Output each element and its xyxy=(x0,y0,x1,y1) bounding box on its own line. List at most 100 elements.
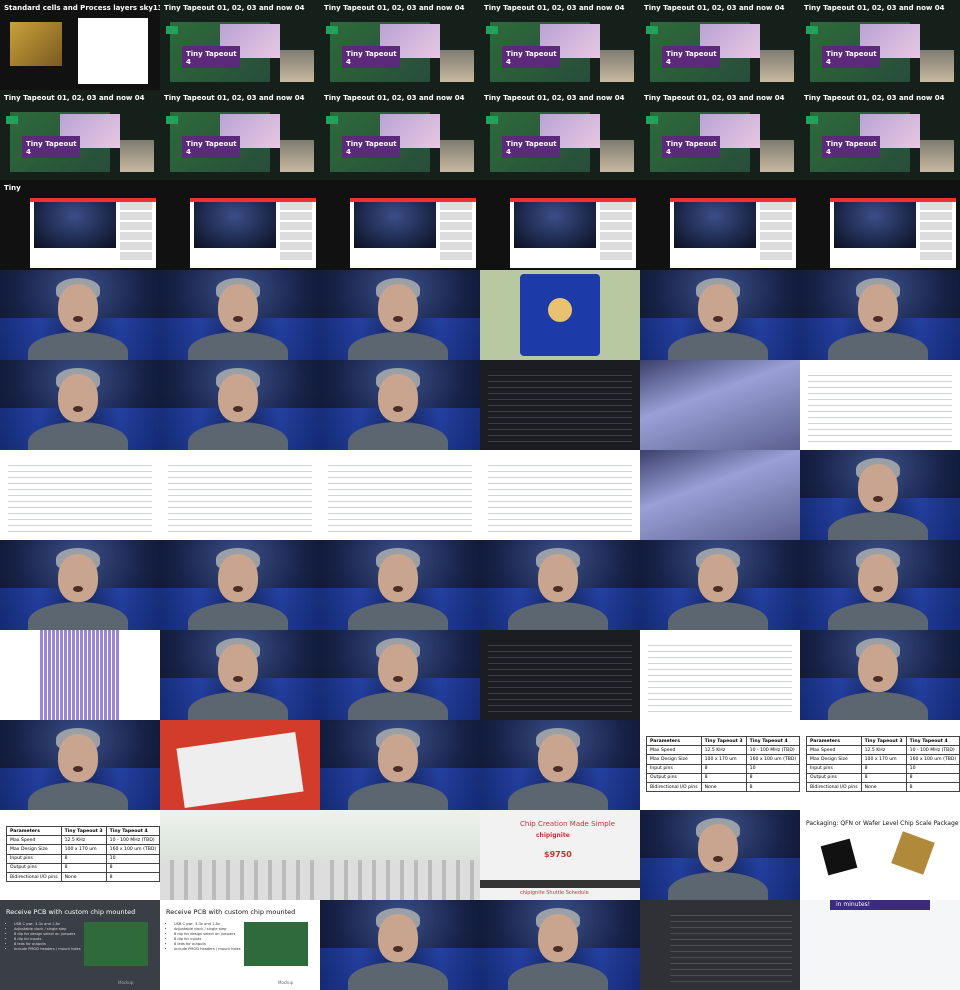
video-frame-50 xyxy=(320,720,480,810)
video-frame-24 xyxy=(0,360,160,450)
presenter-face xyxy=(218,554,258,602)
frame-caption: Tiny Tapeout 01, 02, 03 and now 04 xyxy=(644,94,785,102)
presenter-mouth xyxy=(233,316,243,322)
tt-logo xyxy=(326,26,338,34)
video-frame-29 xyxy=(800,360,960,450)
table-header: Parameters xyxy=(6,825,62,837)
tt-banner: Tiny Tapeout 4 xyxy=(182,136,240,158)
presenter-face xyxy=(698,284,738,332)
table-cell: Max Design Size xyxy=(806,754,862,765)
tt-logo xyxy=(646,116,658,124)
video-frame-47 xyxy=(800,630,960,720)
table-cell: 8 xyxy=(745,781,800,793)
presenter-face xyxy=(698,824,738,872)
tt-banner: Tiny Tapeout 4 xyxy=(22,136,80,158)
table-row: Input pins 8 10 xyxy=(806,763,960,774)
yt-side xyxy=(440,202,472,262)
tt-logo xyxy=(486,26,498,34)
video-frame-48 xyxy=(0,720,160,810)
video-frame-6: Tiny Tapeout 4 Tiny Tapeout 01, 02, 03 an… xyxy=(0,90,160,180)
yt-tbar xyxy=(830,198,956,202)
tt-banner: Tiny Tapeout 4 xyxy=(662,46,720,68)
presenter-mouth xyxy=(873,676,883,682)
screen-text-lines xyxy=(488,370,632,444)
table-cell: Input pins xyxy=(6,853,62,864)
tt-photo xyxy=(120,140,154,172)
tt-photo xyxy=(280,140,314,172)
presenter-face xyxy=(58,374,98,422)
video-frame-58 xyxy=(640,810,800,900)
comparison-table: Parameters Tiny Tapeout 3 Tiny Tapeout 4 Ma… xyxy=(6,825,160,883)
printer-paper xyxy=(176,731,304,809)
video-frame-34 xyxy=(640,450,800,540)
video-frame-16 xyxy=(640,180,800,270)
presenter-mouth xyxy=(873,586,883,592)
presenter-mouth xyxy=(233,676,243,682)
video-frame-10: Tiny Tapeout 4 Tiny Tapeout 01, 02, 03 an… xyxy=(640,90,800,180)
yt-tbar xyxy=(510,198,636,202)
tt-banner: Tiny Tapeout 4 xyxy=(822,136,880,158)
table-cell: 8 xyxy=(905,772,960,783)
tt-banner-text: Tiny Tapeout 4 xyxy=(506,140,557,156)
table-header: Tiny Tapeout 4 xyxy=(905,735,960,747)
screen-text-lines xyxy=(808,370,952,444)
video-frame-37 xyxy=(160,540,320,630)
yt-tbar xyxy=(670,198,796,202)
video-frame-11: Tiny Tapeout 4 Tiny Tapeout 01, 02, 03 an… xyxy=(800,90,960,180)
frame-caption: Tiny Tapeout 01, 02, 03 and now 04 xyxy=(484,4,625,12)
video-frame-56 xyxy=(320,810,480,900)
pcb-chip xyxy=(548,298,572,322)
tt-banner-text: Tiny Tapeout 4 xyxy=(186,50,237,66)
yt-video xyxy=(34,202,116,248)
wlcsp-package xyxy=(891,831,935,875)
receive-bullets: USB C pwr, 3.3v and 1.8vAdjustable clock… xyxy=(6,922,81,952)
yt-side xyxy=(760,202,792,262)
tt-banner-text: Tiny Tapeout 4 xyxy=(666,140,717,156)
screen-text-lines xyxy=(8,460,152,534)
table-cell: Output pins xyxy=(646,772,702,783)
table-cell: 8 xyxy=(700,772,747,783)
presenter-mouth xyxy=(393,766,403,772)
video-frame-2: Tiny Tapeout 4 Tiny Tapeout 01, 02, 03 an… xyxy=(320,0,480,90)
presenter-face xyxy=(218,644,258,692)
table-cell: 8 xyxy=(860,763,907,774)
table-cell: 100 x 170 um xyxy=(860,754,907,765)
presenter-mouth xyxy=(73,316,83,322)
presenter-mouth xyxy=(73,766,83,772)
tt-photo xyxy=(440,140,474,172)
pricing-foot: chipignite Shuttle Schedule xyxy=(520,890,589,896)
receive-bullet: Include PMOD headers / mount holes xyxy=(14,947,81,952)
table-cell: Output pins xyxy=(6,862,62,873)
yt-video xyxy=(674,202,756,248)
table-cell: Bidirectional I/O pins xyxy=(6,871,62,883)
table-cell: 8 xyxy=(745,772,800,783)
video-frame-5: Tiny Tapeout 4 Tiny Tapeout 01, 02, 03 an… xyxy=(800,0,960,90)
table-header: Tiny Tapeout 3 xyxy=(60,825,107,837)
frame-caption: Tiny Tapeout 01, 02, 03 and now 04 xyxy=(324,94,465,102)
video-frame-62 xyxy=(320,900,480,990)
video-frame-46 xyxy=(640,630,800,720)
presenter-face xyxy=(58,734,98,782)
tt-photo xyxy=(760,50,794,82)
yt-tbar xyxy=(350,198,476,202)
video-frame-33 xyxy=(480,450,640,540)
video-frame-7: Tiny Tapeout 4 Tiny Tapeout 01, 02, 03 an… xyxy=(160,90,320,180)
frame-caption: Tiny xyxy=(4,184,21,192)
tt-banner-text: Tiny Tapeout 4 xyxy=(346,50,397,66)
pricing-title: Chip Creation Made Simple xyxy=(520,820,615,828)
video-frame-19 xyxy=(160,270,320,360)
table-cell: 8 xyxy=(105,862,160,873)
presenter-mouth xyxy=(393,406,403,412)
presenter-face xyxy=(378,734,418,782)
presenter-face xyxy=(218,374,258,422)
video-frame-65: in minutes! xyxy=(800,900,960,990)
video-frame-13 xyxy=(160,180,320,270)
table-row: Max Speed 12.5 KHz 10 - 100 MHz (TBD) xyxy=(806,745,960,756)
receive-title: Receive PCB with custom chip mounted xyxy=(6,908,136,916)
presenter-mouth xyxy=(73,406,83,412)
cleanroom-floor xyxy=(160,860,320,900)
presenter-mouth xyxy=(713,316,723,322)
table-cell: 160 x 100 um (TBD) xyxy=(105,844,160,855)
presenter-face xyxy=(378,554,418,602)
chip-grid-margin-left xyxy=(0,630,40,720)
